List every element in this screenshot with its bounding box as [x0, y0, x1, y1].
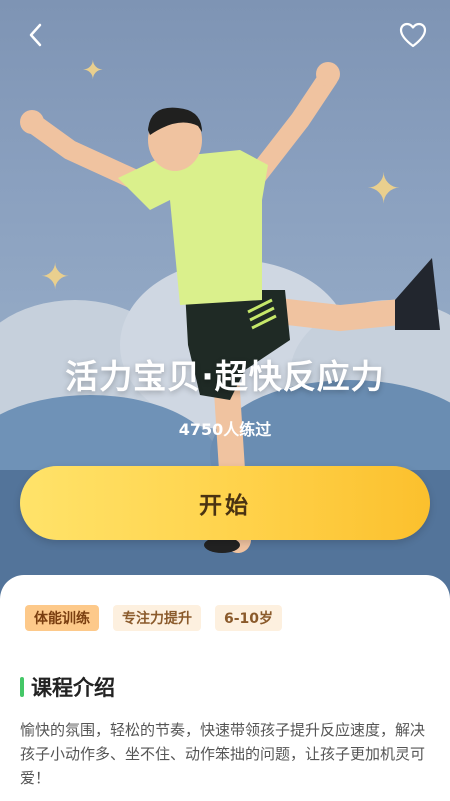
- course-info-panel: 体能训练 专注力提升 6-10岁 课程介绍 愉快的氛围，轻松的节奏，快速带领孩子…: [0, 575, 450, 801]
- back-button[interactable]: [18, 18, 52, 52]
- tag-focus: 专注力提升: [113, 605, 201, 631]
- course-title: 活力宝贝·超快反应力: [65, 357, 385, 396]
- section-header: 课程介绍: [20, 672, 115, 702]
- course-description: 愉快的氛围，轻松的节奏，快速带领孩子提升反应速度，解决孩子小动作多、坐不住、动作…: [20, 721, 426, 787]
- practice-count: 4750人练过: [178, 420, 272, 439]
- chevron-left-icon: [29, 23, 42, 47]
- section-title: 课程介绍: [31, 676, 115, 700]
- heart-outline-icon: [399, 22, 427, 48]
- tag-fitness: 体能训练: [25, 605, 99, 631]
- section-accent-bar: [20, 677, 24, 697]
- start-button[interactable]: 开始: [20, 466, 430, 540]
- tag-list: 体能训练 专注力提升 6-10岁: [25, 605, 296, 631]
- hero-banner: ✦ ✦ ✦ 活力宝贝·超快反应力 4750人练过 开始: [0, 0, 450, 600]
- tag-age-range: 6-10岁: [215, 605, 283, 631]
- favorite-button[interactable]: [396, 18, 430, 52]
